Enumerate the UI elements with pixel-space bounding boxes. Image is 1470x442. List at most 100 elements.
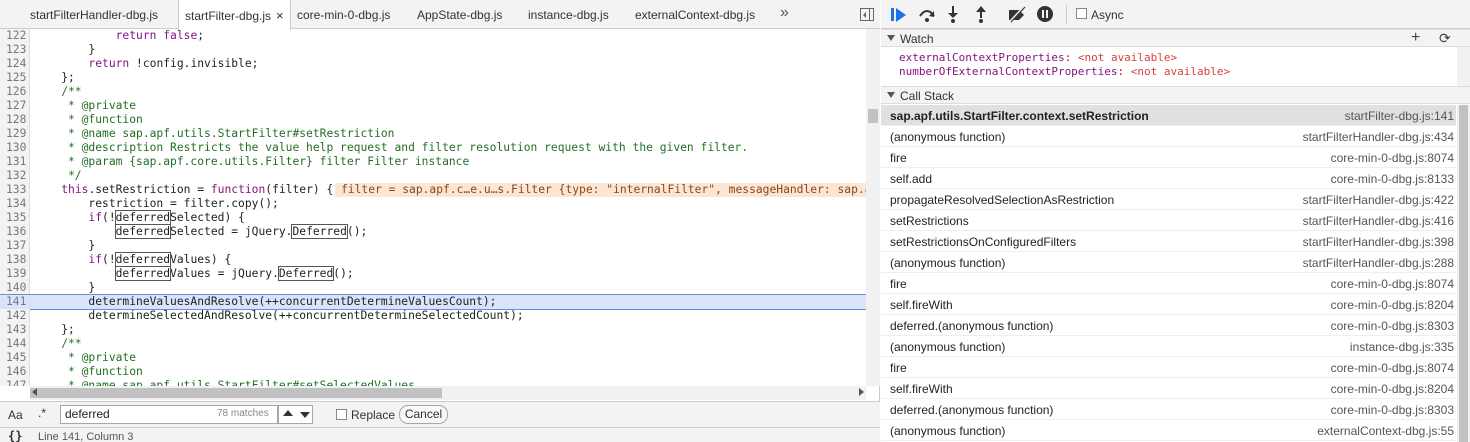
- replace-checkbox[interactable]: [336, 409, 347, 420]
- frame-location[interactable]: startFilter-dbg.js:141: [1345, 109, 1454, 123]
- call-frame[interactable]: setRestrictions startFilterHandler-dbg.js…: [881, 210, 1456, 231]
- regex-button[interactable]: .*: [38, 406, 46, 420]
- refresh-icon[interactable]: ⟳: [1439, 30, 1451, 47]
- expand-arrow-icon[interactable]: [887, 35, 895, 41]
- resume-icon[interactable]: [891, 6, 907, 23]
- call-frame[interactable]: fire core-min-0-dbg.js:8074: [881, 147, 1456, 168]
- code-line[interactable]: 147 * @name sap.apf.utils.StartFilter#se…: [0, 379, 866, 386]
- next-match-icon[interactable]: [300, 412, 310, 418]
- watch-expression[interactable]: numberOfExternalContextProperties: <not …: [899, 65, 1230, 78]
- code-line[interactable]: 143 };: [0, 323, 866, 337]
- line-number[interactable]: 144: [0, 337, 30, 351]
- line-number[interactable]: 123: [0, 43, 30, 57]
- match-case-button[interactable]: Aa: [8, 408, 23, 422]
- call-frame[interactable]: self.fireWith core-min-0-dbg.js:8204: [881, 378, 1456, 399]
- more-tabs-icon[interactable]: »: [780, 4, 789, 22]
- line-number[interactable]: 138: [0, 253, 30, 267]
- expand-arrow-icon[interactable]: [887, 92, 895, 98]
- editor-vertical-scrollbar[interactable]: [866, 29, 880, 386]
- call-frame[interactable]: sap.apf.utils.StartFilter.context.setRes…: [881, 105, 1456, 126]
- code-line[interactable]: 137 }: [0, 239, 866, 253]
- frame-location[interactable]: core-min-0-dbg.js:8074: [1331, 361, 1454, 375]
- line-number[interactable]: 127: [0, 99, 30, 113]
- call-frame[interactable]: fire core-min-0-dbg.js:8074: [881, 273, 1456, 294]
- scrollbar-thumb[interactable]: [30, 388, 442, 398]
- tab-core-min[interactable]: core-min-0-dbg.js: [297, 0, 390, 29]
- code-line[interactable]: 134 restriction = filter.copy();: [0, 197, 866, 211]
- scrollbar-thumb[interactable]: [868, 109, 878, 123]
- line-number[interactable]: 143: [0, 323, 30, 337]
- call-frame[interactable]: deferred.(anonymous function) core-min-0-…: [881, 399, 1456, 420]
- previous-match-icon[interactable]: [283, 410, 293, 416]
- code-line[interactable]: 132 */: [0, 169, 866, 183]
- frame-location[interactable]: instance-dbg.js:335: [1350, 340, 1454, 354]
- line-number[interactable]: 145: [0, 351, 30, 365]
- tab-instance[interactable]: instance-dbg.js: [528, 0, 609, 29]
- watch-scrollbar[interactable]: [1457, 47, 1470, 87]
- code-line[interactable]: 136 deferredSelected = jQuery.Deferred()…: [0, 224, 866, 239]
- line-number[interactable]: 129: [0, 127, 30, 141]
- line-number[interactable]: 140: [0, 281, 30, 295]
- line-number[interactable]: 131: [0, 155, 30, 169]
- code-line[interactable]: 135 if(!deferredSelected) {: [0, 210, 866, 225]
- frame-location[interactable]: core-min-0-dbg.js:8074: [1331, 151, 1454, 165]
- add-watch-icon[interactable]: +: [1411, 29, 1420, 47]
- deactivate-breakpoints-icon[interactable]: [1007, 6, 1027, 23]
- tab-startfilter[interactable]: startFilter-dbg.js ×: [178, 0, 291, 30]
- frame-location[interactable]: startFilterHandler-dbg.js:434: [1303, 130, 1454, 144]
- line-number[interactable]: 134: [0, 197, 30, 211]
- code-line[interactable]: 133 this.setRestriction = function(filte…: [0, 183, 866, 197]
- tab-appstate[interactable]: AppState-dbg.js: [417, 0, 502, 29]
- frame-location[interactable]: core-min-0-dbg.js:8204: [1331, 298, 1454, 312]
- code-line[interactable]: 125 };: [0, 71, 866, 85]
- code-line[interactable]: 126 /**: [0, 85, 866, 99]
- frame-location[interactable]: startFilterHandler-dbg.js:288: [1303, 256, 1454, 270]
- code-line[interactable]: 130 * @description Restricts the value h…: [0, 141, 866, 155]
- line-number[interactable]: 139: [0, 267, 30, 281]
- line-number[interactable]: 147: [0, 379, 30, 386]
- call-stack-scrollbar[interactable]: [1457, 105, 1470, 442]
- call-frame[interactable]: self.fireWith core-min-0-dbg.js:8204: [881, 294, 1456, 315]
- line-number[interactable]: 132: [0, 169, 30, 183]
- code-line[interactable]: 140 }: [0, 281, 866, 295]
- code-line[interactable]: 145 * @private: [0, 351, 866, 365]
- step-out-icon[interactable]: [975, 6, 987, 23]
- scrollbar-thumb[interactable]: [1459, 105, 1468, 442]
- close-icon[interactable]: ×: [276, 8, 284, 23]
- line-number[interactable]: 122: [0, 29, 30, 43]
- code-line[interactable]: 129 * @name sap.apf.utils.StartFilter#se…: [0, 127, 866, 141]
- call-frame[interactable]: self.add core-min-0-dbg.js:8133: [881, 168, 1456, 189]
- frame-location[interactable]: core-min-0-dbg.js:8303: [1331, 319, 1454, 333]
- frame-location[interactable]: core-min-0-dbg.js:8133: [1331, 172, 1454, 186]
- async-checkbox[interactable]: [1076, 8, 1087, 19]
- call-frame[interactable]: setRestrictionsOnConfiguredFilters startF…: [881, 231, 1456, 252]
- call-frame[interactable]: fire core-min-0-dbg.js:8074: [881, 357, 1456, 378]
- call-stack-section-header[interactable]: Call Stack: [881, 86, 1470, 104]
- code-line[interactable]: 122 return false;: [0, 29, 866, 43]
- line-number[interactable]: 146: [0, 365, 30, 379]
- line-number[interactable]: 141: [0, 295, 30, 309]
- frame-location[interactable]: startFilterHandler-dbg.js:422: [1303, 193, 1454, 207]
- line-number[interactable]: 128: [0, 113, 30, 127]
- watch-section-header[interactable]: Watch + ⟳: [881, 29, 1470, 47]
- cancel-button[interactable]: Cancel: [399, 405, 448, 424]
- pause-on-exceptions-icon[interactable]: [1037, 6, 1053, 22]
- code-line[interactable]: 146 * @function: [0, 365, 866, 379]
- call-frame[interactable]: deferred.(anonymous function) core-min-0-…: [881, 315, 1456, 336]
- frame-location[interactable]: startFilterHandler-dbg.js:398: [1303, 235, 1454, 249]
- scroll-left-arrow-icon[interactable]: [32, 388, 37, 396]
- pretty-print-button[interactable]: {}: [8, 429, 22, 442]
- editor-horizontal-scrollbar[interactable]: [30, 386, 866, 400]
- watch-expression[interactable]: externalContextProperties: <not availabl…: [899, 51, 1177, 64]
- code-line[interactable]: 139 deferredValues = jQuery.Deferred();: [0, 266, 866, 281]
- code-line[interactable]: 141 determineValuesAndResolve(++concurre…: [0, 294, 866, 310]
- line-number[interactable]: 130: [0, 141, 30, 155]
- line-number[interactable]: 136: [0, 225, 30, 239]
- line-number[interactable]: 135: [0, 211, 30, 225]
- line-number[interactable]: 137: [0, 239, 30, 253]
- line-number[interactable]: 133: [0, 183, 30, 197]
- code-editor[interactable]: 122 return false; 123 } 124 return !config…: [0, 29, 866, 386]
- frame-location[interactable]: core-min-0-dbg.js:8204: [1331, 382, 1454, 396]
- code-line[interactable]: 128 * @function: [0, 113, 866, 127]
- code-line[interactable]: 124 return !config.invisible;: [0, 57, 866, 71]
